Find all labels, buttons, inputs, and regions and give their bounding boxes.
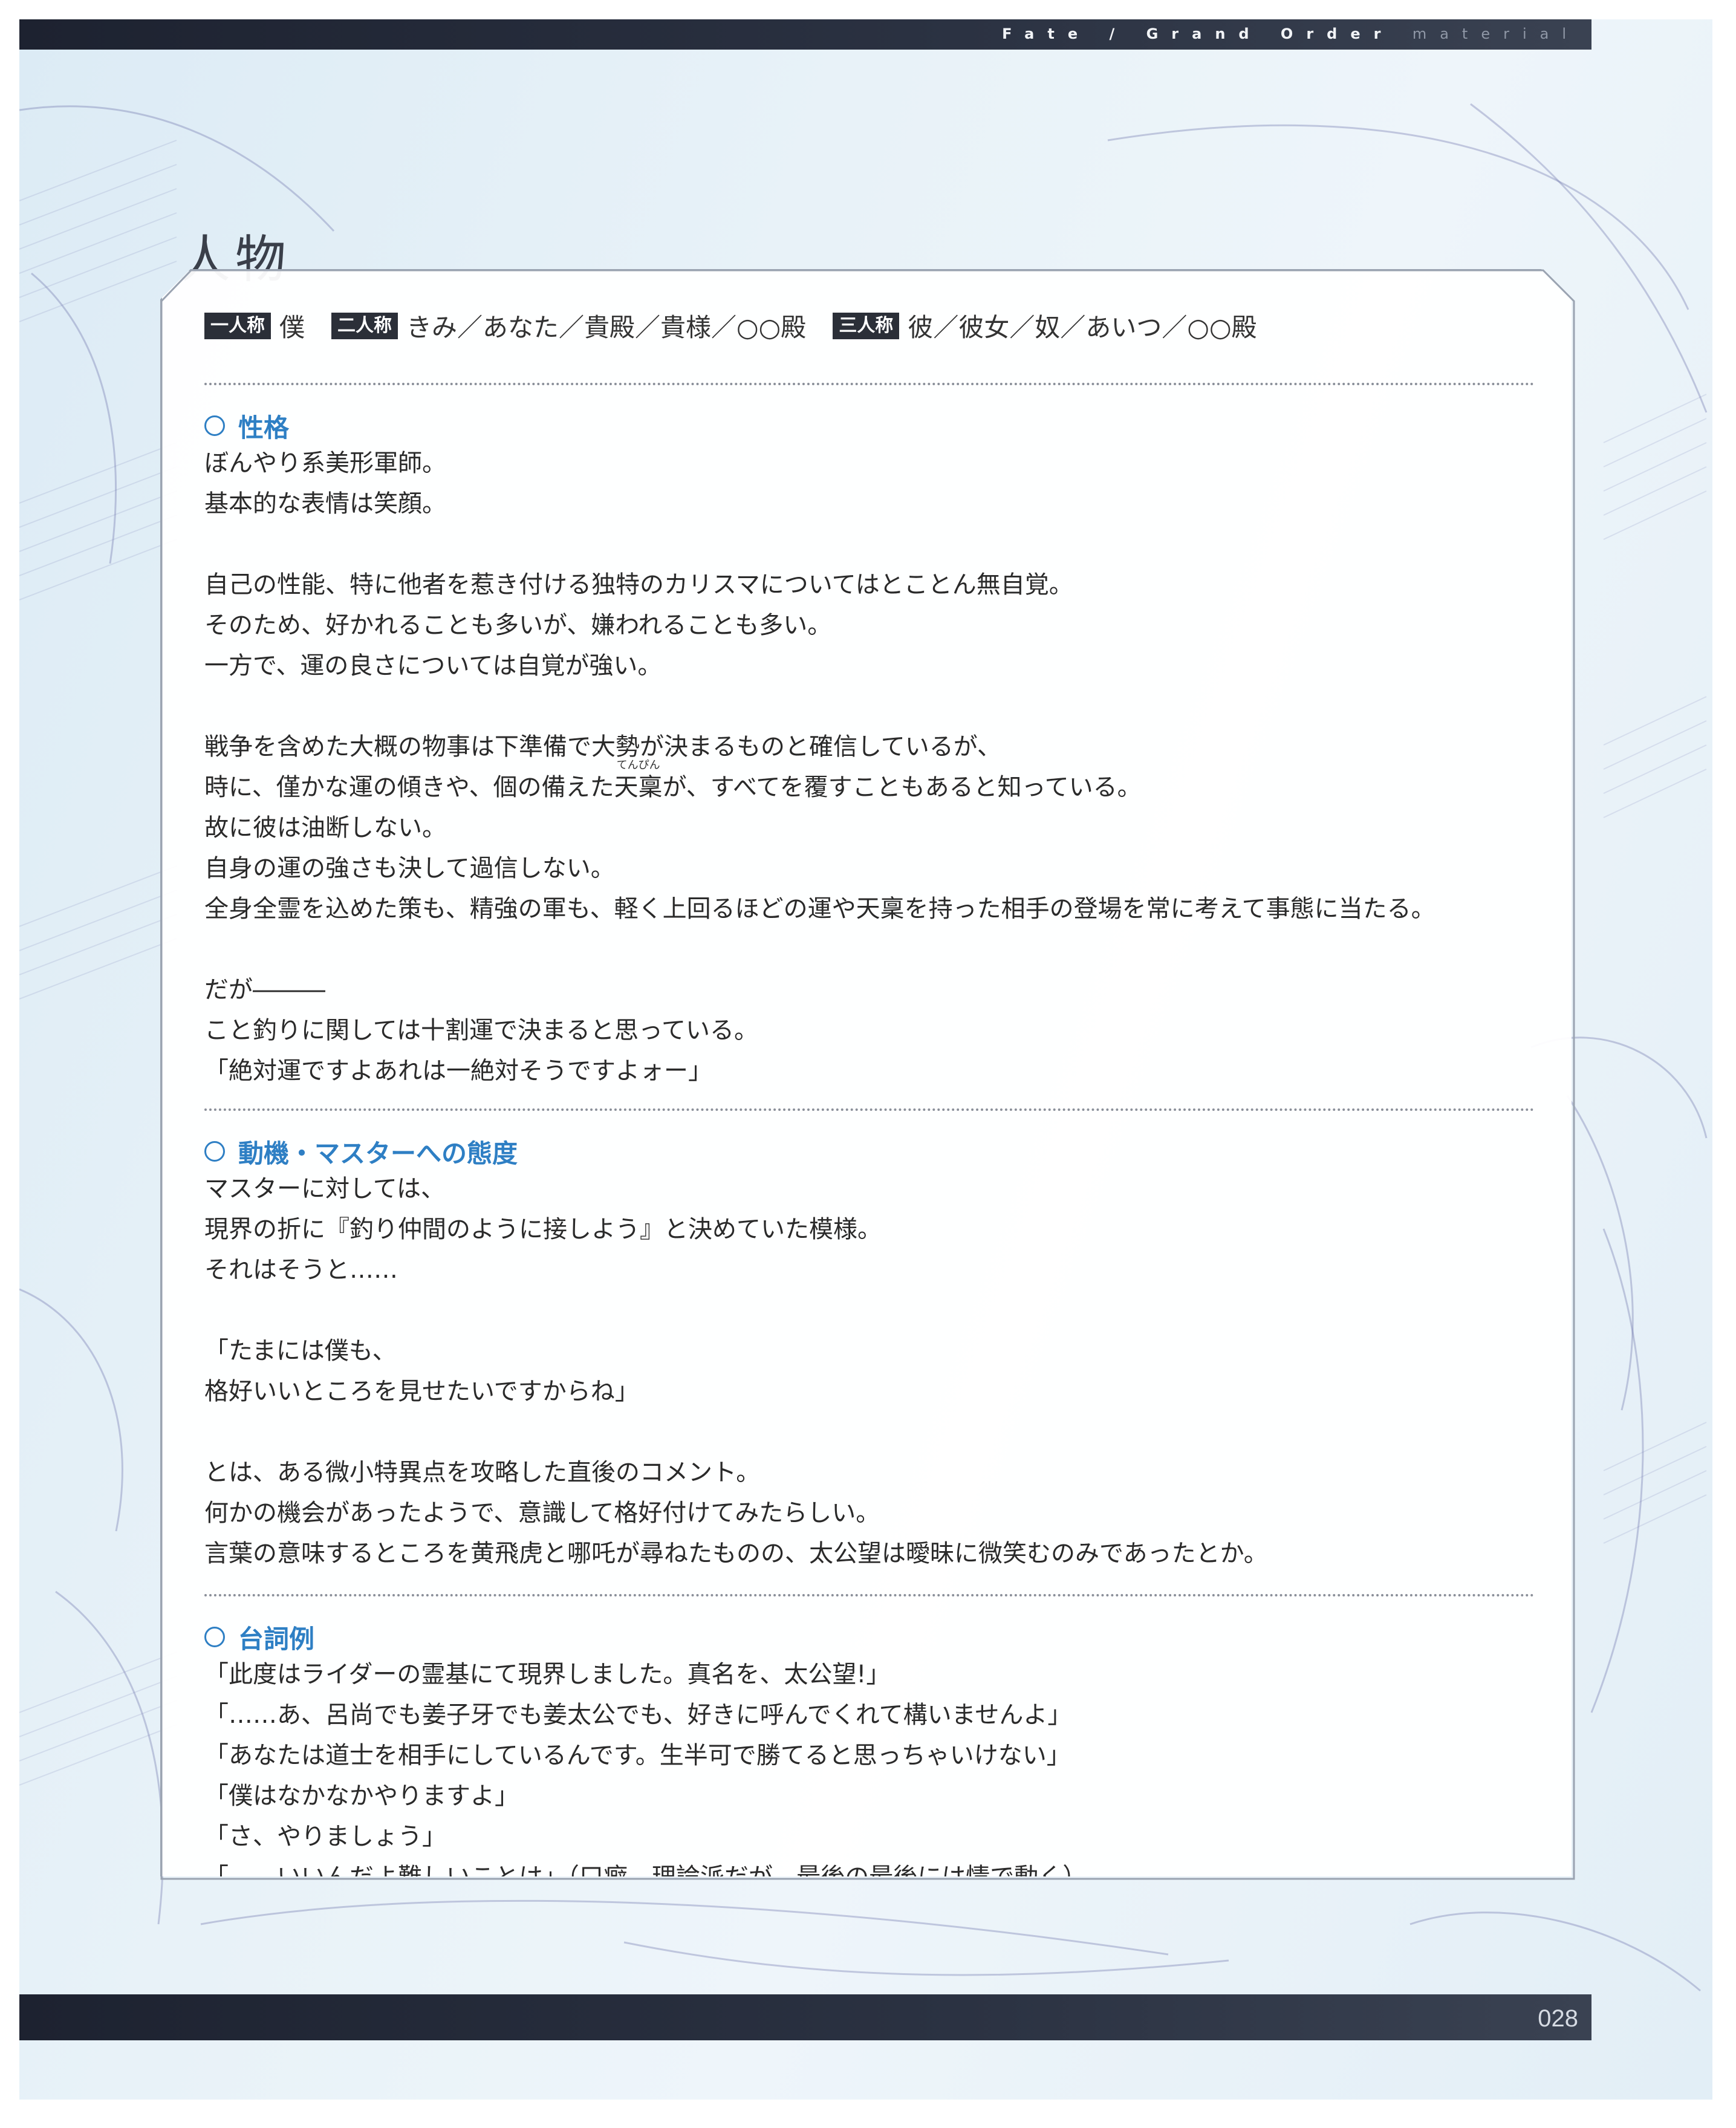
quotes-section: 台詞例 「此度はライダーの霊基にて現界しました。真名を、太公望!」「……あ、呂尚… <box>204 1619 1559 1876</box>
circle-icon <box>204 415 225 436</box>
quote-line: 「此度はライダーの霊基にて現界しました。真名を、太公望!」 <box>204 1661 891 1688</box>
motivation-heading: 動機・マスターへの態度 <box>204 1134 1559 1169</box>
circle-icon <box>204 1141 225 1162</box>
personality-line: 全身全霊を込めた策も、精強の軍も、軽く上回るほどの運や天稟を持った相手の登場を常… <box>204 895 1435 923</box>
brand-text: Fate / Grand Order material <box>1002 25 1579 42</box>
circle-icon <box>204 1627 225 1647</box>
header-bar: Fate / Grand Order material <box>19 19 1591 50</box>
motivation-line: 「たまには僕も、 <box>204 1337 397 1365</box>
ruby-base: 天稟 <box>614 773 663 801</box>
personality-line: こと釣りに関しては十割運で決まると思っている。 <box>204 1017 758 1044</box>
personality-line: そのため、好かれることも多いが、嫌われることも多い。 <box>204 611 832 639</box>
motivation-section: 動機・マスターへの態度 マスターに対しては、現界の折に『釣り仲間のように接しよう… <box>204 1134 1559 1574</box>
personality-section: 性格 ぼんやり系美形軍師。 基本的な表情は笑顔。自己の性能、特に他者を惹き付ける独… <box>204 408 1559 1092</box>
motivation-line: 現界の折に『釣り仲間のように接しよう』と決めていた模様。 <box>204 1215 882 1243</box>
motivation-line: 何かの機会があったようで、意識して格好付けてみたらしい。 <box>204 1499 880 1527</box>
second-person-tag: 二人称 <box>331 312 398 339</box>
brand-main: Fate / Grand Order <box>1002 25 1394 42</box>
quote-line: 「僕はなかなかやりますよ」 <box>204 1782 519 1810</box>
ruby-reading: てんぴん <box>616 759 660 772</box>
personality-line: 自身の運の強さも決して過信しない。 <box>204 854 615 882</box>
quote-line: 「さ、やりましょう」 <box>204 1823 446 1850</box>
ruby-line-before: 時に、僅かな運の傾きや、個の備えた <box>204 773 614 801</box>
personality-line: だが――― <box>204 976 325 1004</box>
dotted-divider <box>204 1594 1535 1596</box>
content-panel: 一人称 僕 二人称 きみ／あなた／貴殿／貴様／○○殿 三人称 彼／彼女／奴／あい… <box>160 269 1572 1876</box>
personality-line: 時に、僅かな運の傾きや、個の備えた てんぴん 天稟が、すべてを覆すこともあると知って… <box>204 760 1559 808</box>
motivation-body: マスターに対しては、現界の折に『釣り仲間のように接しよう』と決めていた模様。 それ… <box>204 1169 1559 1574</box>
personality-line: 故に彼は油断しない。 <box>204 814 446 842</box>
pronoun-row: 一人称 僕 二人称 きみ／あなた／貴殿／貴様／○○殿 三人称 彼／彼女／奴／あい… <box>204 307 1284 344</box>
motivation-heading-text: 動機・マスターへの態度 <box>238 1138 518 1168</box>
first-person-value: 僕 <box>279 313 305 342</box>
page-number: 028 <box>1538 2005 1578 2032</box>
footer-bar: 028 <box>19 1994 1591 2040</box>
brand-sub: material <box>1412 25 1579 42</box>
personality-line: 「絶対運ですよあれは一絶対そうですよォー」 <box>204 1057 712 1085</box>
quote-line: 「……あ、呂尚でも姜子牙でも姜太公でも、好きに呼んでくれて構いませんよ」 <box>204 1701 1072 1729</box>
ruby-line-after: が、すべてを覆すこともあると知っている。 <box>662 773 1142 801</box>
third-person-tag: 三人称 <box>833 312 900 339</box>
dotted-divider <box>204 1108 1535 1111</box>
personality-body: ぼんやり系美形軍師。 基本的な表情は笑顔。自己の性能、特に他者を惹き付ける独特のカ… <box>204 443 1559 1092</box>
quotes-body: 「此度はライダーの霊基にて現界しました。真名を、太公望!」「……あ、呂尚でも姜子… <box>204 1655 1559 1876</box>
motivation-line: それはそうと…… <box>204 1256 398 1284</box>
motivation-line: マスターに対しては、 <box>204 1175 445 1203</box>
quotes-heading-text: 台詞例 <box>238 1624 315 1654</box>
motivation-line: 格好いいところを見せたいですからね」 <box>204 1378 639 1405</box>
personality-line: 戦争を含めた大概の物事は下準備で大勢が決まるものと確信しているが、 <box>204 733 1001 761</box>
personality-line: ぼんやり系美形軍師。 <box>204 449 446 477</box>
third-person-value: 彼／彼女／奴／あいつ／○○殿 <box>908 313 1257 342</box>
second-person-value: きみ／あなた／貴殿／貴様／○○殿 <box>406 313 807 342</box>
personality-line: 基本的な表情は笑顔。 <box>204 490 446 518</box>
personality-line: 一方で、運の良さについては自覚が強い。 <box>204 652 662 680</box>
motivation-line: 言葉の意味するところを黄飛虎と哪吒が尋ねたものの、太公望は曖昧に微笑むのみであっ… <box>204 1540 1268 1567</box>
motivation-line: とは、ある微小特異点を攻略した直後のコメント。 <box>204 1459 761 1486</box>
personality-heading-text: 性格 <box>238 412 290 443</box>
personality-heading: 性格 <box>204 408 1559 443</box>
ruby-word: てんぴん 天稟 <box>614 760 663 808</box>
first-person-tag: 一人称 <box>204 312 271 339</box>
dotted-divider <box>204 383 1535 385</box>
quote-line: 「あなたは道士を相手にしているんです。生半可で勝てると思っちゃいけない」 <box>204 1742 1071 1769</box>
personality-line: 自己の性能、特に他者を惹き付ける独特のカリスマについてはとことん無自覚。 <box>204 571 1073 599</box>
quotes-heading: 台詞例 <box>204 1619 1559 1655</box>
